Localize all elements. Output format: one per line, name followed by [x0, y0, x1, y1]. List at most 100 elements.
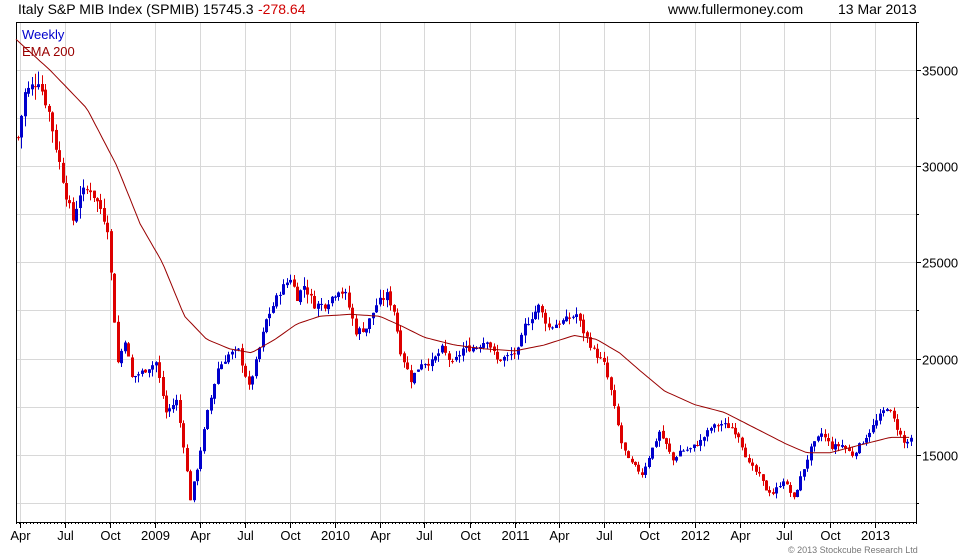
candle-body — [617, 406, 620, 426]
candle-body — [537, 304, 540, 313]
candle-body — [486, 342, 489, 344]
candle-body — [675, 457, 678, 461]
candle-body — [713, 424, 716, 428]
candle-up — [796, 489, 799, 498]
candle-body — [141, 370, 144, 374]
candle-body — [551, 327, 554, 329]
candle-body — [768, 490, 771, 493]
candle-body — [182, 423, 185, 448]
candle-body — [434, 356, 437, 361]
candle-body — [575, 314, 578, 317]
candle-body — [448, 353, 451, 360]
candle-body — [137, 374, 140, 376]
candle-up — [275, 293, 278, 309]
candle-body — [255, 359, 258, 377]
candle-body — [837, 444, 840, 447]
candle-body — [510, 354, 513, 356]
candle-body — [696, 445, 699, 447]
candle-body — [758, 471, 761, 474]
candle-body — [168, 408, 171, 412]
candle-body — [665, 438, 668, 444]
candle-body — [210, 397, 213, 411]
candle-body — [379, 297, 382, 305]
candle-body — [851, 451, 854, 456]
x-tick-label: Oct — [639, 528, 660, 543]
candle-down — [131, 354, 134, 378]
candle-body — [610, 377, 613, 390]
candle-body — [110, 231, 113, 273]
candle-body — [406, 362, 409, 370]
y-tick-label: 25000 — [922, 256, 958, 271]
candle-body — [199, 450, 202, 470]
candle-body — [544, 312, 547, 324]
candle-body — [751, 462, 754, 466]
x-tick-label: Apr — [190, 528, 211, 543]
x-tick-label: Oct — [820, 528, 841, 543]
candle-body — [527, 324, 530, 326]
candle-body — [175, 399, 178, 406]
candle-body — [562, 320, 565, 324]
candle-body — [472, 347, 475, 352]
x-tick-label: 2013 — [861, 528, 890, 543]
x-tick-label: Jul — [596, 528, 613, 543]
candle-body — [431, 359, 434, 367]
candle-body — [703, 437, 706, 441]
candle-body — [910, 437, 913, 442]
candle-body — [699, 439, 702, 446]
candle-body — [393, 305, 396, 312]
candle-body — [20, 115, 23, 138]
candle-body — [841, 445, 844, 447]
candle-body — [458, 355, 461, 357]
candle-body — [496, 351, 499, 360]
candle-down — [765, 480, 768, 491]
candle-body — [186, 448, 189, 472]
candle-body — [710, 428, 713, 431]
candle-body — [362, 328, 365, 333]
candle-body — [534, 311, 537, 320]
x-tick-label: 2009 — [141, 528, 170, 543]
candle-body — [327, 304, 330, 310]
candle-body — [686, 449, 689, 451]
candle-body — [206, 410, 209, 429]
candle-up — [255, 356, 258, 379]
candle-body — [368, 318, 371, 329]
candle-body — [320, 303, 323, 305]
candle-body — [679, 450, 682, 457]
candle-body — [286, 282, 289, 286]
candle-body — [351, 307, 354, 319]
candle-body — [37, 84, 40, 88]
candle-body — [179, 400, 182, 423]
candle-body — [786, 481, 789, 485]
candle-body — [662, 430, 665, 439]
candle-body — [117, 321, 120, 363]
candle-body — [75, 208, 78, 222]
candle-body — [396, 312, 399, 332]
x-tick-label: Apr — [730, 528, 751, 543]
candle-body — [793, 492, 796, 498]
candle-body — [817, 436, 820, 441]
candle-body — [775, 487, 778, 494]
candle-body — [893, 410, 896, 419]
candle-body — [317, 303, 320, 309]
candle-body — [251, 376, 254, 385]
candle-body — [279, 294, 282, 296]
candle-body — [565, 316, 568, 322]
candle-body — [344, 291, 347, 294]
candle-body — [655, 441, 658, 447]
candle-down — [627, 450, 630, 459]
legend-weekly: Weekly — [22, 27, 65, 42]
candle-body — [875, 420, 878, 426]
candle-down — [127, 342, 130, 357]
candle-body — [568, 317, 571, 319]
candle-body — [727, 423, 730, 429]
candle-body — [310, 293, 313, 296]
candle-body — [741, 437, 744, 448]
candle-body — [34, 86, 37, 88]
candle-body — [41, 84, 44, 92]
candle-body — [162, 377, 165, 396]
candle-body — [58, 150, 61, 162]
candle-body — [824, 433, 827, 438]
candle-body — [631, 458, 634, 463]
candle-body — [79, 195, 82, 209]
x-tick-label: 2011 — [502, 528, 530, 543]
